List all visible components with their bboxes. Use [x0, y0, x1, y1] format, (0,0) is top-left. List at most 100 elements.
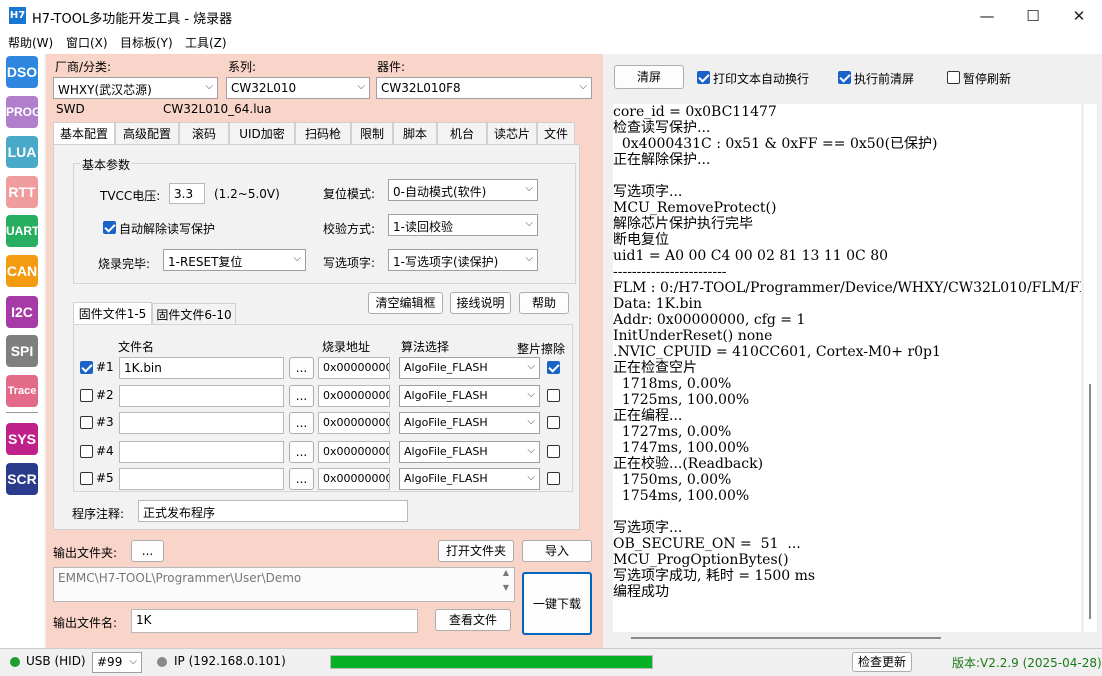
file-algorithm-select[interactable]: AlgoFile_FLASH ⌵ [399, 385, 540, 407]
chip-erase-checkbox[interactable] [547, 416, 560, 429]
file-address-input[interactable]: 0x00000000 [318, 412, 390, 434]
file-algorithm-select[interactable]: AlgoFile_FLASH ⌵ [399, 412, 540, 434]
menu-help[interactable]: 帮助(W) [8, 34, 53, 51]
file-enable-checkbox[interactable] [80, 361, 93, 374]
tab-firmware-6-10[interactable]: 固件文件6-10 [152, 303, 236, 325]
chip-erase-checkbox[interactable] [547, 361, 560, 374]
menu-tools[interactable]: 工具(Z) [185, 34, 227, 51]
file-name-input[interactable]: 1K.bin [119, 357, 284, 379]
tab-machine[interactable]: 机台 [437, 122, 487, 144]
output-path-scrollbar[interactable]: ▲ ▼ [499, 568, 513, 601]
check-update-button[interactable]: 检查更新 [852, 652, 912, 672]
clear-before-run-label: 执行前清屏 [854, 72, 915, 86]
tab-limit[interactable]: 限制 [351, 122, 393, 144]
file-algorithm-select[interactable]: AlgoFile_FLASH ⌵ [399, 468, 540, 490]
sidebar-can-button[interactable]: CAN [6, 255, 38, 287]
option-bytes-select[interactable]: 1-写选项字(读保护) ⌵ [388, 249, 538, 271]
verify-select[interactable]: 1-读回校验 ⌵ [388, 214, 538, 236]
chip-erase-checkbox[interactable] [547, 472, 560, 485]
sidebar-rtt-button[interactable]: RTT [6, 176, 38, 208]
auto-wrap-checkbox[interactable] [697, 71, 710, 84]
file-browse-button[interactable]: ... [289, 385, 314, 407]
program-note-label: 程序注释: [72, 507, 125, 521]
file-browse-button[interactable]: ... [289, 357, 314, 379]
after-program-select[interactable]: 1-RESET复位 ⌵ [163, 249, 306, 271]
series-select[interactable]: CW32L010 ⌵ [226, 77, 370, 99]
maximize-icon[interactable]: ☐ [1010, 0, 1056, 32]
file-address-input[interactable]: 0x00000000 [318, 357, 390, 379]
config-tabs: 基本配置 高级配置 滚码 UID加密 扫码枪 限制 脚本 机台 读芯片 文件 [53, 122, 580, 144]
chip-erase-checkbox[interactable] [547, 445, 560, 458]
close-icon[interactable]: ✕ [1056, 0, 1102, 32]
chip-erase-checkbox[interactable] [547, 389, 560, 402]
tab-scanner[interactable]: 扫码枪 [295, 122, 351, 144]
auto-unprotect-checkbox[interactable] [103, 221, 116, 234]
sidebar-trace-button[interactable]: Trace [6, 375, 38, 407]
file-name-header: 文件名 [118, 340, 155, 354]
part-select[interactable]: CW32L010F8 ⌵ [376, 77, 592, 99]
log-hscroll-thumb[interactable] [631, 637, 941, 639]
output-folder-browse-button[interactable]: ... [131, 540, 164, 562]
tab-uid-encrypt[interactable]: UID加密 [229, 122, 295, 144]
log-horizontal-scrollbar[interactable] [613, 632, 1081, 642]
one-click-download-button[interactable]: 一键下载 [522, 572, 592, 635]
file-enable-checkbox[interactable] [80, 389, 93, 402]
output-filename-input[interactable]: 1K [131, 609, 418, 633]
menu-target-board[interactable]: 目标板(Y) [120, 34, 173, 51]
scroll-down-icon[interactable]: ▼ [499, 583, 513, 592]
sidebar-sys-button[interactable]: SYS [6, 423, 38, 455]
log-vscroll-thumb[interactable] [1089, 384, 1091, 619]
file-enable-checkbox[interactable] [80, 445, 93, 458]
device-number-select[interactable]: #99 ⌵ [92, 652, 142, 673]
sidebar-dso-button[interactable]: DSO [6, 56, 38, 88]
minimize-icon[interactable]: — [964, 0, 1010, 32]
wiring-guide-button[interactable]: 接线说明 [450, 292, 511, 314]
file-address-input[interactable]: 0x00000000 [318, 468, 390, 490]
view-file-button[interactable]: 查看文件 [435, 609, 511, 631]
file-browse-button[interactable]: ... [289, 468, 314, 490]
output-path-box[interactable]: EMMC\H7-TOOL\Programmer\User\Demo [53, 567, 515, 602]
tvcc-input[interactable]: 3.3 [169, 183, 205, 204]
clear-before-run-checkbox[interactable] [838, 71, 851, 84]
sidebar-prog-button[interactable]: PROG [6, 96, 41, 128]
import-button[interactable]: 导入 [522, 540, 592, 562]
menu-window[interactable]: 窗口(X) [66, 34, 108, 51]
file-name-input[interactable] [119, 412, 284, 434]
scroll-up-icon[interactable]: ▲ [499, 568, 513, 577]
reset-mode-select[interactable]: 0-自动模式(软件) ⌵ [388, 179, 538, 201]
sidebar-i2c-button[interactable]: I2C [6, 296, 38, 328]
file-name-input[interactable] [119, 385, 284, 407]
sidebar-scr-button[interactable]: SCR [6, 463, 38, 495]
pause-refresh-checkbox[interactable] [947, 71, 960, 84]
clear-editor-button[interactable]: 清空编辑框 [368, 292, 443, 314]
tab-rolling-code[interactable]: 滚码 [179, 122, 229, 144]
file-enable-checkbox[interactable] [80, 472, 93, 485]
sidebar-lua-button[interactable]: LUA [6, 136, 38, 168]
help-button[interactable]: 帮助 [519, 292, 569, 314]
tab-advanced[interactable]: 高级配置 [115, 122, 179, 144]
tab-firmware-1-5[interactable]: 固件文件1-5 [73, 302, 152, 324]
file-address-input[interactable]: 0x00000000 [318, 385, 390, 407]
file-browse-button[interactable]: ... [289, 441, 314, 463]
tab-script[interactable]: 脚本 [393, 122, 437, 144]
sidebar-spi-button[interactable]: SPI [6, 335, 38, 367]
program-note-input[interactable]: 正式发布程序 [138, 500, 408, 522]
file-enable-checkbox[interactable] [80, 416, 93, 429]
file-browse-button[interactable]: ... [289, 412, 314, 434]
chevron-down-icon: ⌵ [357, 81, 365, 92]
log-vertical-scrollbar[interactable] [1084, 104, 1097, 632]
ip-status-icon [157, 657, 167, 667]
log-output[interactable]: core_id = 0x0BC11477 检查读写保护... 0x4000431… [613, 104, 1081, 632]
tab-file[interactable]: 文件 [537, 122, 575, 144]
tab-read-chip[interactable]: 读芯片 [487, 122, 537, 144]
file-algorithm-select[interactable]: AlgoFile_FLASH ⌵ [399, 441, 540, 463]
file-address-input[interactable]: 0x00000000 [318, 441, 390, 463]
vendor-select[interactable]: WHXY(武汉芯源) ⌵ [53, 77, 218, 99]
file-algorithm-select[interactable]: AlgoFile_FLASH ⌵ [399, 357, 540, 379]
tab-basic[interactable]: 基本配置 [53, 122, 115, 144]
file-name-input[interactable] [119, 468, 284, 490]
file-name-input[interactable] [119, 441, 284, 463]
clear-log-button[interactable]: 清屏 [614, 65, 684, 89]
open-folder-button[interactable]: 打开文件夹 [438, 540, 514, 562]
sidebar-uart-button[interactable]: UART [6, 215, 39, 247]
